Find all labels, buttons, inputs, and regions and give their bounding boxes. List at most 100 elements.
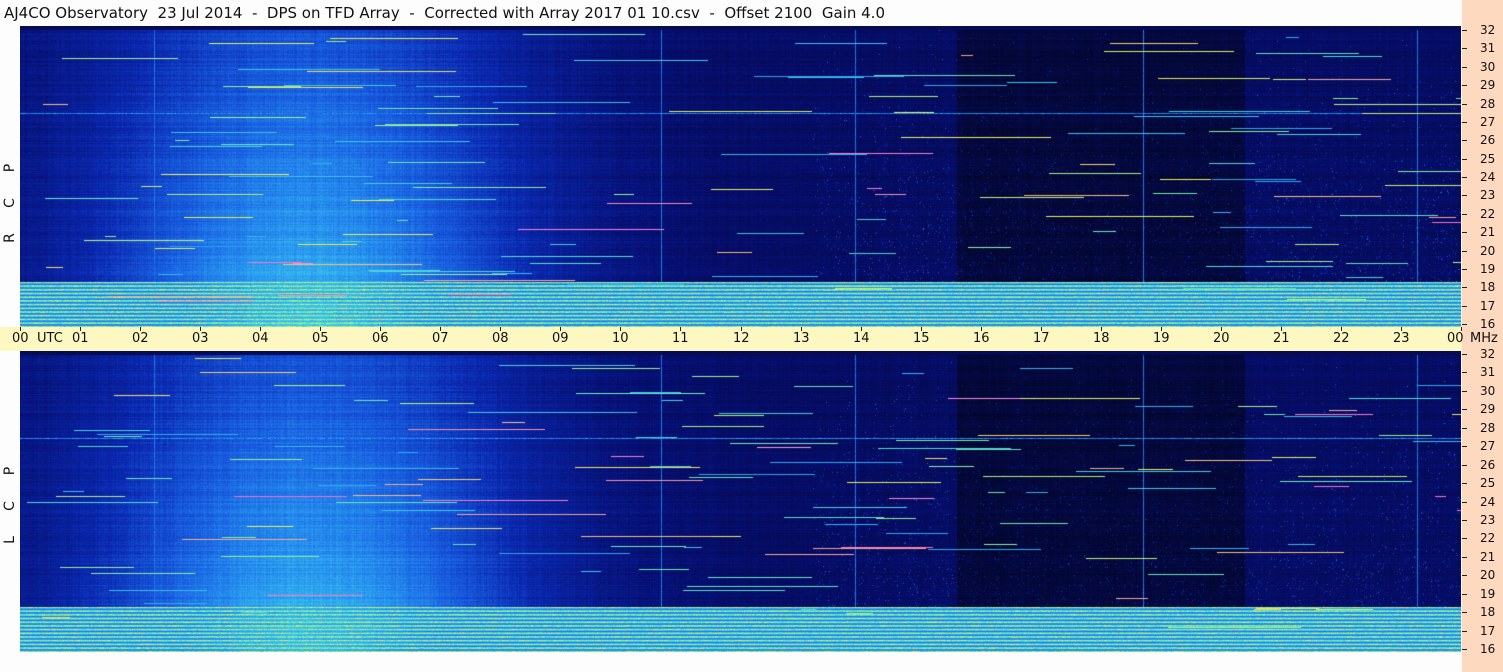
frequency-tick-mark: [1462, 502, 1467, 503]
time-tick-label: 19: [1153, 331, 1170, 346]
frequency-tick-label: 31: [1480, 41, 1496, 55]
time-tick-label: 14: [853, 331, 870, 346]
frequency-tick-mark: [1462, 557, 1467, 558]
time-tick-label: 12: [733, 331, 750, 346]
frequency-tick-label: 30: [1480, 60, 1496, 74]
lcp-side-label: L C P: [0, 351, 20, 672]
frequency-tick-mark: [1462, 409, 1467, 410]
time-tick-label: 21: [1273, 331, 1290, 346]
lcp-letter-2: C: [2, 501, 18, 511]
frequency-tick-mark: [1462, 446, 1467, 447]
rcp-spectrogram-canvas: [20, 26, 1461, 327]
frequency-tick-label: 26: [1480, 133, 1496, 147]
frequency-tick-mark: [1462, 48, 1467, 49]
frequency-tick-label: 17: [1480, 299, 1496, 313]
time-tick-label: 00: [12, 331, 29, 346]
frequency-tick-label: 28: [1480, 97, 1496, 111]
frequency-tick-label: 27: [1480, 439, 1496, 453]
frequency-tick-label: 31: [1480, 365, 1496, 379]
frequency-tick-mark: [1462, 428, 1467, 429]
frequency-tick-mark: [1462, 575, 1467, 576]
frequency-tick-mark: [1462, 85, 1467, 86]
frequency-tick-mark: [1462, 354, 1467, 355]
page-title: AJ4CO Observatory 23 Jul 2014 - DPS on T…: [0, 0, 1462, 26]
frequency-tick-label: 20: [1480, 244, 1496, 258]
frequency-tick-label: 29: [1480, 78, 1496, 92]
rcp-letter-3: P: [2, 163, 18, 173]
rcp-spectrogram: [20, 26, 1461, 327]
frequency-tick-label: 21: [1480, 225, 1496, 239]
utc-label: UTC: [37, 331, 63, 346]
time-tick-label: 16: [973, 331, 990, 346]
frequency-tick-label: 23: [1480, 188, 1496, 202]
time-tick-label: 18: [1093, 331, 1110, 346]
frequency-tick-label: 26: [1480, 458, 1496, 472]
frequency-tick-mark: [1462, 594, 1467, 595]
frequency-tick-mark: [1462, 140, 1467, 141]
frequency-tick-label: 16: [1480, 317, 1496, 331]
time-tick-label: 03: [192, 331, 209, 346]
lcp-spectrogram-canvas: [20, 351, 1461, 652]
frequency-tick-mark: [1462, 324, 1467, 325]
frequency-tick-label: 18: [1480, 605, 1496, 619]
frequency-tick-label: 24: [1480, 170, 1496, 184]
time-tick-label: 04: [252, 331, 269, 346]
time-tick-label: 22: [1333, 331, 1350, 346]
frequency-tick-label: 16: [1480, 642, 1496, 656]
lcp-letter-3: P: [2, 466, 18, 476]
frequency-tick-mark: [1462, 631, 1467, 632]
frequency-tick-label: 22: [1480, 207, 1496, 221]
time-tick-label: 05: [312, 331, 329, 346]
time-tick-label: 02: [132, 331, 149, 346]
time-tick-label: 07: [432, 331, 449, 346]
frequency-tick-mark: [1462, 30, 1467, 31]
frequency-tick-mark: [1462, 195, 1467, 196]
frequency-tick-mark: [1462, 520, 1467, 521]
frequency-tick-label: 18: [1480, 280, 1496, 294]
frequency-tick-mark: [1462, 649, 1467, 650]
time-tick-label: 01: [72, 331, 89, 346]
time-tick-label: 23: [1393, 331, 1410, 346]
frequency-tick-mark: [1462, 306, 1467, 307]
rcp-letter-2: C: [2, 198, 18, 208]
frequency-tick-mark: [1462, 538, 1467, 539]
frequency-tick-mark: [1462, 287, 1467, 288]
frequency-tick-mark: [1462, 177, 1467, 178]
frequency-tick-mark: [1462, 465, 1467, 466]
frequency-tick-mark: [1462, 251, 1467, 252]
lcp-spectrogram: [20, 351, 1461, 652]
time-tick-label: 15: [913, 331, 930, 346]
frequency-tick-mark: [1462, 372, 1467, 373]
frequency-tick-label: 32: [1480, 23, 1496, 37]
frequency-tick-label: 32: [1480, 347, 1496, 361]
frequency-tick-label: 20: [1480, 568, 1496, 582]
lcp-letter-1: L: [2, 536, 18, 544]
time-tick-label: 13: [793, 331, 810, 346]
frequency-tick-mark: [1462, 214, 1467, 215]
frequency-tick-label: 29: [1480, 402, 1496, 416]
time-tick-label: 10: [612, 331, 629, 346]
time-tick-label: 11: [672, 331, 689, 346]
frequency-tick-mark: [1462, 391, 1467, 392]
frequency-tick-label: 23: [1480, 513, 1496, 527]
frequency-tick-label: 22: [1480, 531, 1496, 545]
frequency-tick-mark: [1462, 104, 1467, 105]
frequency-tick-label: 21: [1480, 550, 1496, 564]
frequency-tick-label: 28: [1480, 421, 1496, 435]
frequency-tick-label: 30: [1480, 384, 1496, 398]
frequency-tick-mark: [1462, 232, 1467, 233]
frequency-tick-mark: [1462, 612, 1467, 613]
frequency-tick-label: 24: [1480, 495, 1496, 509]
frequency-tick-label: 27: [1480, 115, 1496, 129]
frequency-tick-mark: [1462, 67, 1467, 68]
frequency-tick-label: 25: [1480, 152, 1496, 166]
time-tick-label: 20: [1213, 331, 1230, 346]
frequency-tick-mark: [1462, 159, 1467, 160]
time-axis: 00 01 02 03 04 05 06 07 08 09 10 11 12 13 14 15 16 17 18 19…: [0, 327, 1464, 351]
time-tick-label: 06: [372, 331, 389, 346]
frequency-tick-mark: [1462, 483, 1467, 484]
frequency-tick-label: 17: [1480, 624, 1496, 638]
time-tick-label: 00: [1447, 331, 1464, 346]
frequency-tick-label: 25: [1480, 476, 1496, 490]
rcp-letter-1: R: [2, 233, 18, 243]
